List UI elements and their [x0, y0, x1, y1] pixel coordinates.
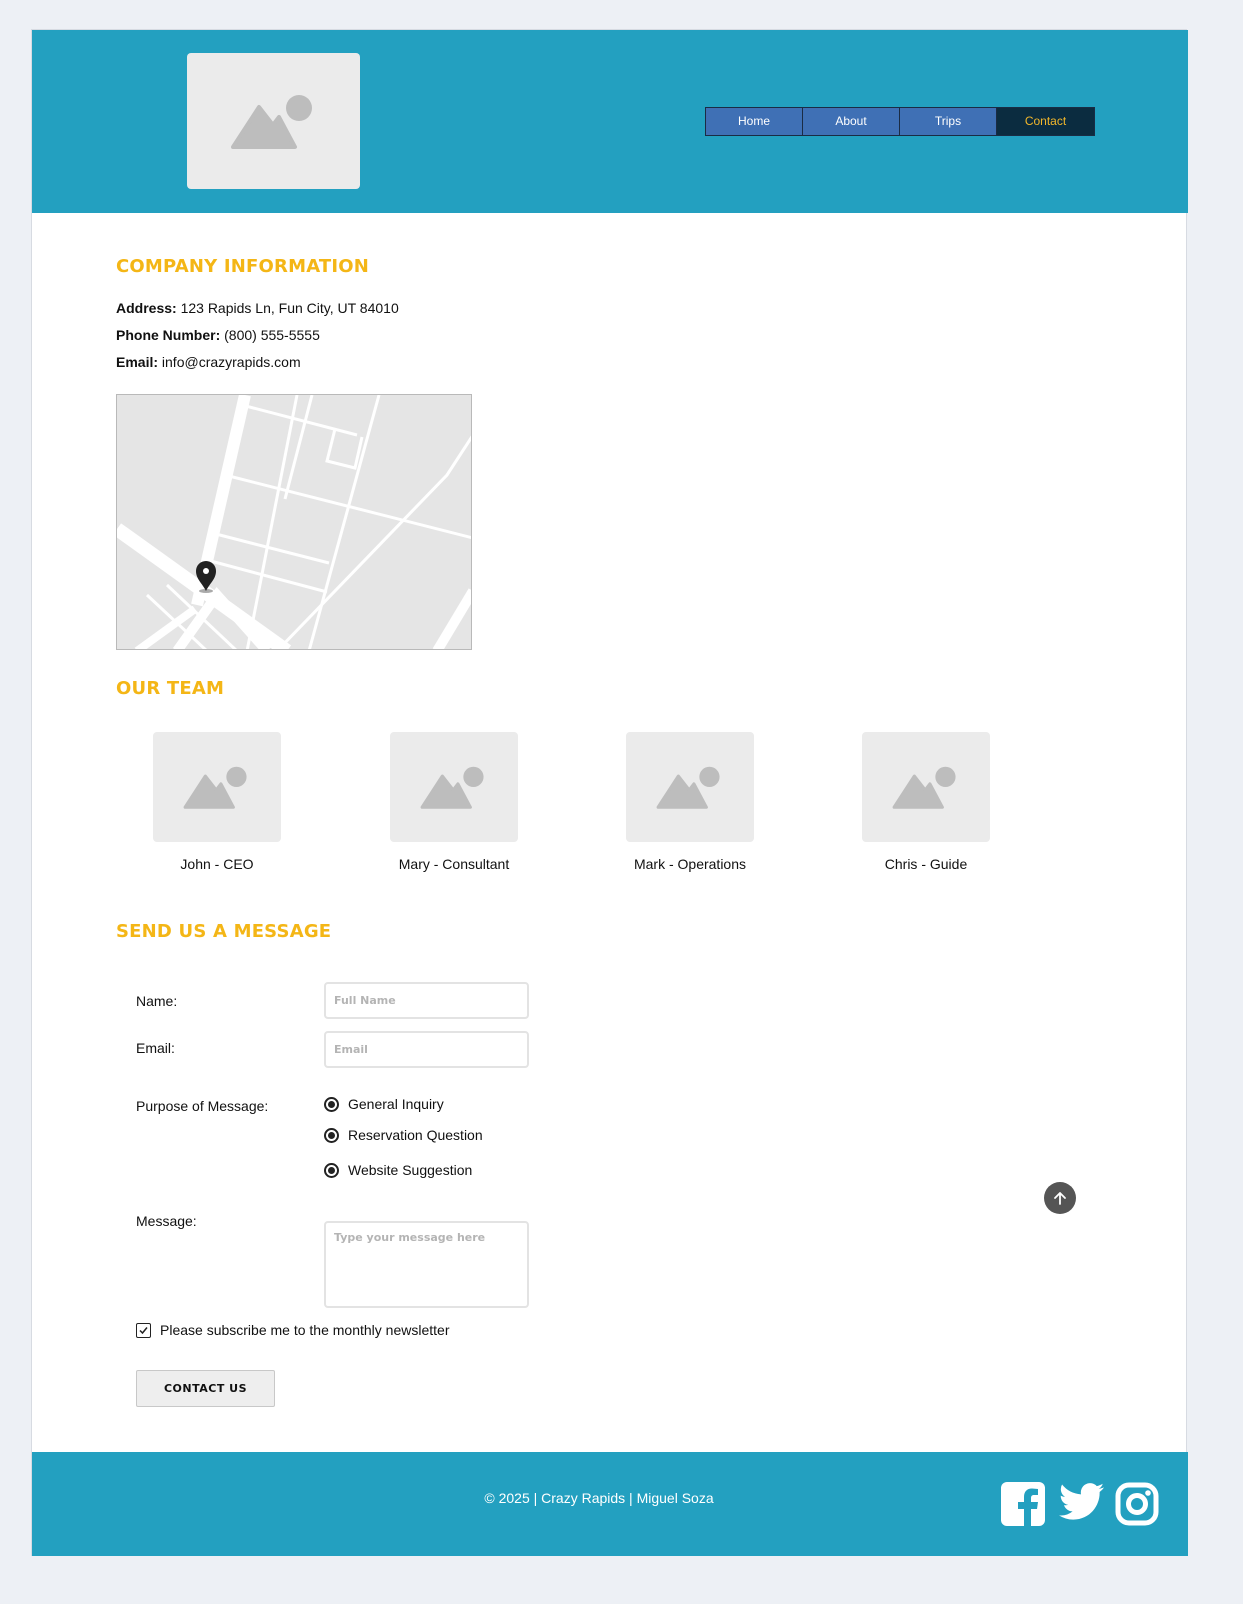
message-heading: SEND US A MESSAGE [116, 921, 332, 942]
member-caption: Mary - Consultant [398, 856, 510, 872]
twitter-link[interactable] [1059, 1482, 1105, 1522]
radio-website-suggestion[interactable]: Website Suggestion [324, 1162, 472, 1178]
image-placeholder-icon [183, 766, 247, 809]
message-label: Message: [136, 1213, 197, 1229]
email-value[interactable]: info@crazyrapids.com [162, 354, 301, 370]
page-container: Home About Trips Contact COMPANY INFORMA… [31, 29, 1188, 1556]
phone-label: Phone Number: [116, 327, 221, 343]
address-value: 123 Rapids Ln, Fun City, UT 84010 [180, 300, 399, 316]
member-photo [626, 732, 754, 842]
location-map[interactable] [116, 394, 472, 650]
nav-contact[interactable]: Contact [997, 108, 1094, 135]
back-to-top-button[interactable] [1044, 1182, 1076, 1214]
purpose-label: Purpose of Message: [136, 1098, 269, 1114]
facebook-icon [1001, 1482, 1045, 1526]
image-placeholder-icon [892, 766, 956, 809]
arrow-up-icon [1054, 1192, 1066, 1205]
team-member: Mark - Operations [590, 732, 790, 872]
site-footer: © 2025 | Crazy Rapids | Miguel Soza [32, 1452, 1188, 1556]
member-photo [153, 732, 281, 842]
radio-label: Reservation Question [348, 1127, 483, 1143]
email-line: Email: info@crazyrapids.com [116, 354, 301, 370]
image-placeholder-icon [420, 766, 484, 809]
radio-general-inquiry[interactable]: General Inquiry [324, 1096, 444, 1112]
copyright-text: © 2025 | Crazy Rapids | Miguel Soza [484, 1490, 714, 1506]
name-label: Name: [136, 993, 178, 1009]
twitter-icon [1059, 1483, 1105, 1520]
checkmark-icon [139, 1326, 148, 1334]
name-input[interactable] [324, 982, 529, 1019]
nav-about[interactable]: About [803, 108, 900, 135]
team-member: Chris - Guide [826, 732, 1026, 872]
instagram-icon [1115, 1482, 1159, 1526]
message-textarea[interactable] [324, 1221, 529, 1308]
radio-icon [324, 1127, 339, 1143]
radio-label: Website Suggestion [348, 1162, 473, 1178]
team-member: John - CEO [117, 732, 317, 872]
main-nav: Home About Trips Contact [705, 107, 1095, 136]
radio-icon [324, 1162, 339, 1178]
member-photo [862, 732, 990, 842]
nav-trips[interactable]: Trips [900, 108, 997, 135]
newsletter-checkbox[interactable]: Please subscribe me to the monthly newsl… [136, 1322, 449, 1338]
nav-home[interactable]: Home [706, 108, 803, 135]
email-input[interactable] [324, 1031, 529, 1068]
address-line: Address: 123 Rapids Ln, Fun City, UT 840… [116, 300, 399, 316]
company-info-heading: COMPANY INFORMATION [116, 256, 370, 277]
member-photo [390, 732, 518, 842]
radio-reservation-question[interactable]: Reservation Question [324, 1127, 483, 1143]
image-placeholder-icon [230, 95, 312, 149]
member-caption: Mark - Operations [633, 856, 747, 872]
phone-value: (800) 555-5555 [224, 327, 320, 343]
instagram-link[interactable] [1115, 1482, 1159, 1526]
email-label: Email: [116, 354, 159, 370]
newsletter-label: Please subscribe me to the monthly newsl… [160, 1322, 450, 1338]
member-caption: John - CEO [180, 856, 254, 872]
site-header: Home About Trips Contact [32, 30, 1188, 213]
radio-label: General Inquiry [348, 1096, 444, 1112]
site-logo[interactable] [187, 53, 360, 189]
radio-icon [324, 1096, 339, 1112]
checkbox-icon [136, 1322, 151, 1338]
contact-us-button[interactable]: CONTACT US [136, 1370, 275, 1407]
member-caption: Chris - Guide [884, 856, 968, 872]
team-member: Mary - Consultant [354, 732, 554, 872]
facebook-link[interactable] [1001, 1482, 1045, 1526]
image-placeholder-icon [656, 766, 720, 809]
team-heading: OUR TEAM [116, 678, 225, 699]
email-label: Email: [136, 1040, 175, 1056]
phone-line: Phone Number: (800) 555-5555 [116, 327, 320, 343]
address-label: Address: [116, 300, 177, 316]
